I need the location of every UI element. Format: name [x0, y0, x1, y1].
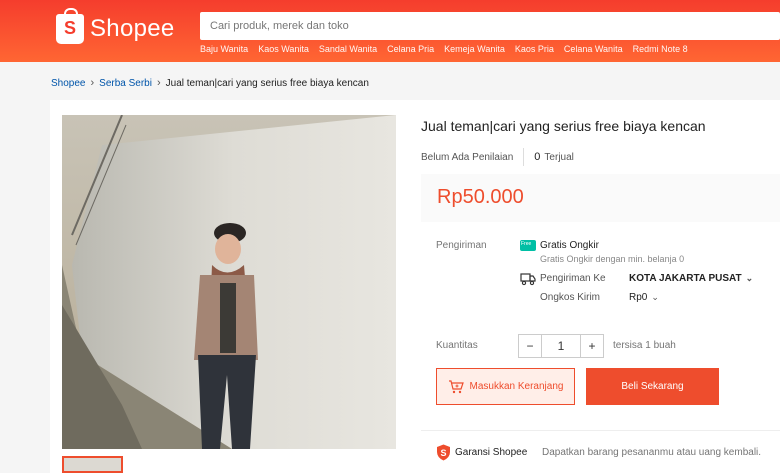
breadcrumb-home[interactable]: Shopee [51, 78, 85, 89]
search-input[interactable] [200, 12, 780, 40]
search-bar[interactable] [200, 12, 780, 40]
keyword-link[interactable]: Celana Pria [387, 44, 434, 54]
free-shipping-title: Gratis Ongkir [540, 240, 599, 251]
shield-icon: S [437, 444, 450, 461]
ship-to-label: Pengiriman Ke [540, 273, 606, 284]
shipping-label: Pengiriman [436, 240, 487, 251]
cart-icon [448, 379, 464, 393]
keyword-link[interactable]: Kemeja Wanita [444, 44, 505, 54]
divider [523, 148, 525, 166]
chevron-right-icon: › [90, 77, 95, 89]
keyword-link[interactable]: Redmi Note 8 [633, 44, 688, 54]
ship-to-selector[interactable]: KOTA JAKARTA PUSAT ⌄ [629, 273, 753, 284]
chevron-down-icon: ⌄ [651, 292, 659, 302]
shopee-bag-icon: S [56, 8, 84, 44]
shipping-cost-value: Rp0 [629, 292, 648, 303]
shipping-cost-selector[interactable]: Rp0 ⌄ [629, 292, 659, 303]
quantity-stepper: − 1 + [518, 334, 604, 358]
quantity-label: Kuantitas [436, 340, 478, 351]
svg-text:S: S [440, 448, 446, 458]
shopee-logo[interactable]: S Shopee [56, 8, 175, 44]
add-to-cart-label: Masukkan Keranjang [469, 381, 564, 392]
chevron-down-icon: ⌄ [745, 273, 754, 283]
price-section: Rp50.000 [421, 174, 780, 222]
breadcrumb-current: Jual teman|cari yang serius free biaya k… [165, 77, 369, 89]
truck-icon [520, 273, 536, 286]
product-price: Rp50.000 [437, 186, 524, 208]
sold-label: Terjual [544, 151, 574, 163]
free-shipping-subtitle: Gratis Ongkir dengan min. belanja 0 [540, 254, 685, 264]
chevron-right-icon: › [156, 77, 161, 89]
stock-remaining: tersisa 1 buah [613, 340, 676, 351]
top-header: S Shopee Baju Wanita Kaos Wanita Sandal … [0, 0, 780, 62]
keyword-link[interactable]: Baju Wanita [200, 44, 248, 54]
free-shipping-icon [520, 240, 536, 251]
quantity-decrease-button[interactable]: − [518, 334, 542, 358]
add-to-cart-button[interactable]: Masukkan Keranjang [436, 368, 575, 405]
ship-to-value: KOTA JAKARTA PUSAT [629, 273, 742, 284]
guarantee-text: Dapatkan barang pesananmu atau uang kemb… [542, 447, 762, 458]
divider [421, 430, 780, 431]
quantity-input[interactable]: 1 [542, 334, 580, 358]
breadcrumb: Shopee › Serba Serbi › Jual teman|cari y… [51, 77, 369, 89]
shipping-cost-label: Ongkos Kirim [540, 292, 601, 303]
keyword-suggestions: Baju Wanita Kaos Wanita Sandal Wanita Ce… [200, 44, 688, 54]
rating-summary: Belum Ada Penilaian 0 Terjual [421, 148, 574, 166]
sold-count: 0 [534, 151, 541, 163]
thumbnail-image[interactable] [62, 456, 123, 473]
buy-now-button[interactable]: Beli Sekarang [586, 368, 719, 405]
keyword-link[interactable]: Celana Wanita [564, 44, 623, 54]
quantity-increase-button[interactable]: + [580, 334, 604, 358]
buy-now-label: Beli Sekarang [621, 381, 684, 392]
brand-name: Shopee [90, 15, 175, 42]
breadcrumb-category[interactable]: Serba Serbi [99, 78, 152, 89]
keyword-link[interactable]: Kaos Pria [515, 44, 554, 54]
product-image[interactable] [62, 115, 396, 449]
keyword-link[interactable]: Sandal Wanita [319, 44, 377, 54]
keyword-link[interactable]: Kaos Wanita [258, 44, 309, 54]
guarantee-title[interactable]: Garansi Shopee [455, 447, 527, 458]
product-title: Jual teman|cari yang serius free biaya k… [421, 118, 706, 134]
rating-text[interactable]: Belum Ada Penilaian [421, 152, 513, 163]
